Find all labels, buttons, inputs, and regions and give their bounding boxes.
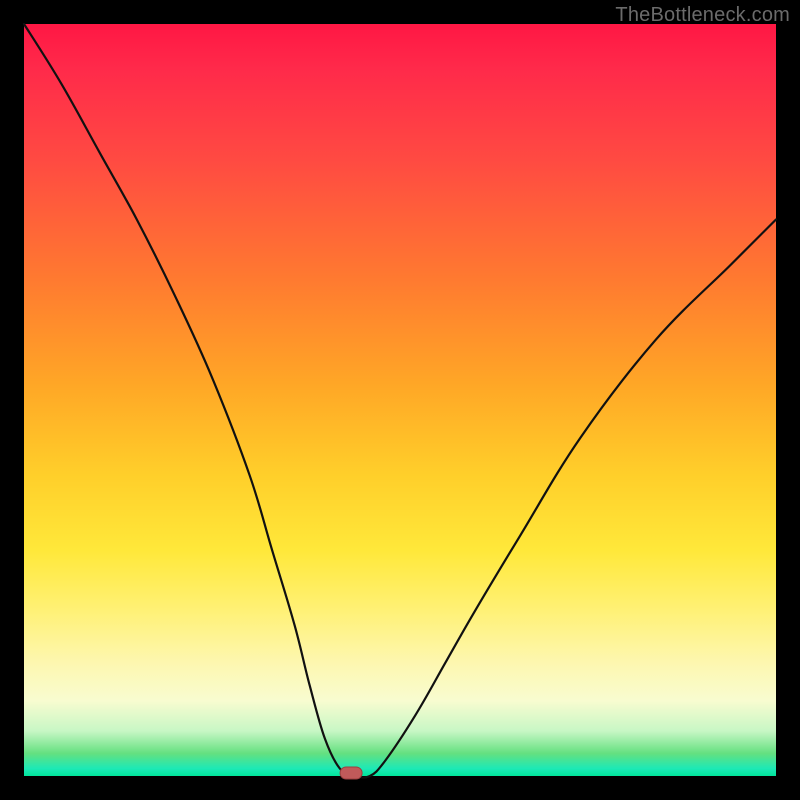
minimum-marker bbox=[340, 767, 362, 779]
watermark-text: TheBottleneck.com bbox=[615, 4, 790, 27]
curve-path bbox=[24, 24, 776, 778]
bottleneck-curve bbox=[24, 24, 776, 776]
chart-frame: TheBottleneck.com bbox=[0, 0, 800, 800]
plot-area bbox=[24, 24, 776, 776]
